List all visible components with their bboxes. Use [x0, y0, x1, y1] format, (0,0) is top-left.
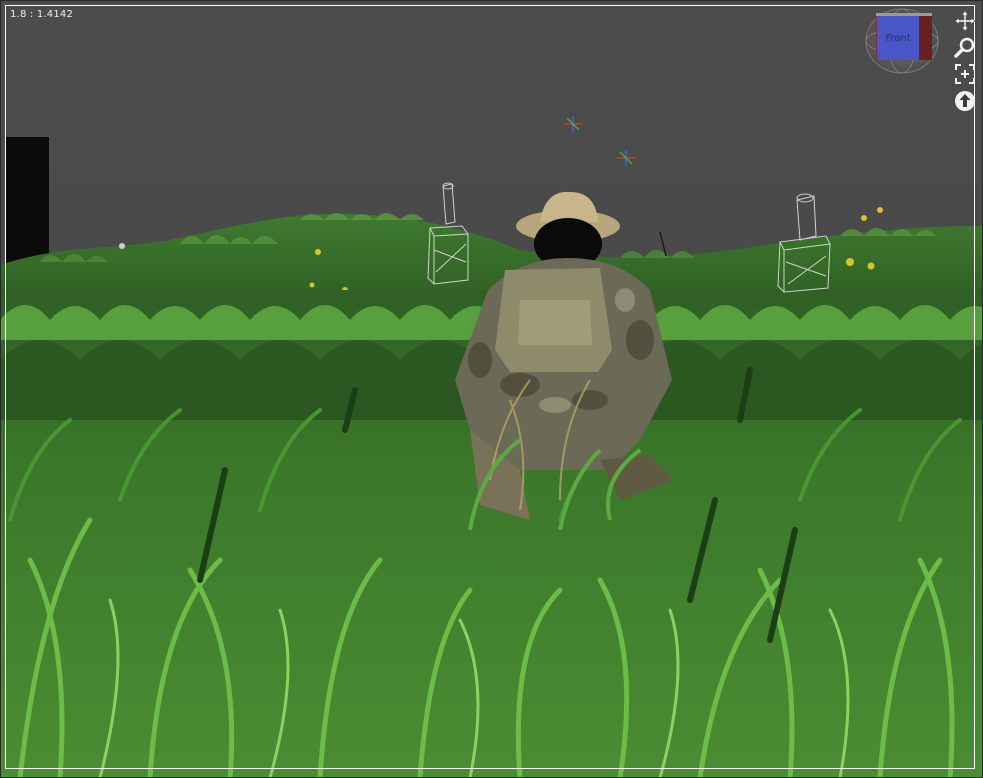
view-cube[interactable]: Front [864, 8, 940, 74]
orbit-button[interactable] [953, 89, 977, 113]
zoom-extents-button[interactable] [953, 62, 977, 86]
zoom-button[interactable] [953, 36, 977, 60]
aspect-ratio-readout: 1.8 : 1.4142 [10, 9, 74, 20]
up-arrow-circle-icon [955, 91, 975, 111]
navigation-toolbar [953, 9, 977, 113]
3d-scene-render [0, 0, 983, 778]
move-arrows-icon [954, 10, 976, 32]
view-cube-face-label[interactable]: Front [878, 27, 918, 51]
3d-viewport[interactable]: 1.8 : 1.4142 Front [0, 0, 983, 778]
pan-button[interactable] [953, 9, 977, 33]
zoom-extents-icon [955, 64, 975, 84]
magnifier-icon [954, 37, 975, 58]
